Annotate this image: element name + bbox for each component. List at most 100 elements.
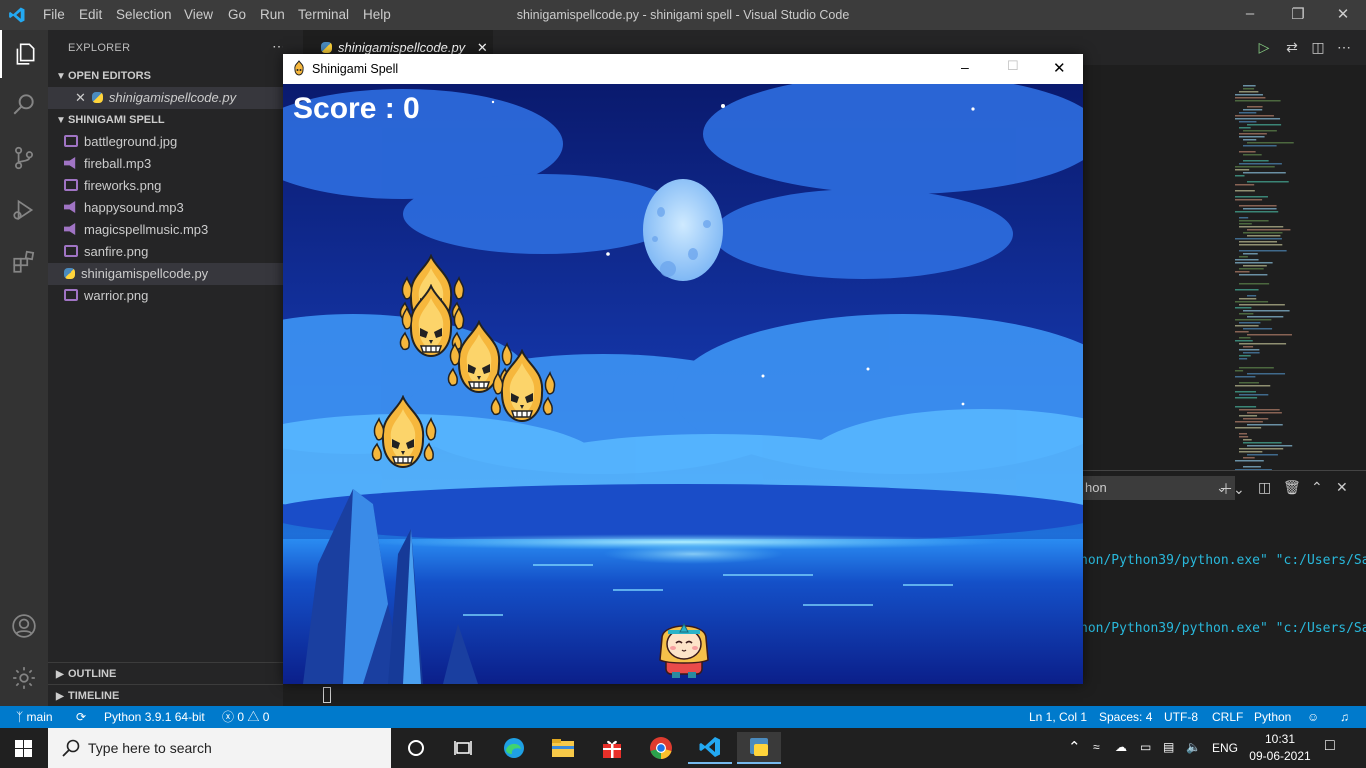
close-icon[interactable]: ✕ xyxy=(75,90,86,105)
vscode-titlebar: File Edit Selection View Go Run Terminal… xyxy=(0,0,1366,30)
split-terminal-icon[interactable]: ◫ xyxy=(1258,479,1271,496)
notification-center-icon[interactable]: □ xyxy=(1325,737,1335,755)
game-maximize-button[interactable]: ☐ xyxy=(1007,58,1019,74)
python-file-icon xyxy=(64,268,75,279)
game-titlebar: Shinigami Spell – ☐ ✕ xyxy=(283,54,1083,84)
activity-bar xyxy=(0,30,48,706)
cloud-icon[interactable]: ☁ xyxy=(1115,740,1127,754)
clock-time[interactable]: 10:31 xyxy=(1258,732,1302,746)
input-language[interactable]: ENG xyxy=(1212,741,1238,755)
edge-browser-icon[interactable] xyxy=(492,732,536,764)
open-changes-icon[interactable]: ⇄ xyxy=(1283,39,1301,57)
game-canvas[interactable]: Score : 0 xyxy=(283,84,1083,684)
close-panel-icon[interactable]: ✕ xyxy=(1336,479,1348,496)
file-item[interactable]: warrior.png xyxy=(48,285,283,307)
show-hidden-icons-chevron[interactable]: ⌃ xyxy=(1068,738,1081,756)
python-interpreter[interactable]: Python 3.9.1 64-bit xyxy=(104,706,205,728)
score-display: Score : 0 xyxy=(293,92,420,125)
split-editor-icon[interactable]: ◫ xyxy=(1309,39,1327,57)
explorer-title: EXPLORER xyxy=(68,42,131,54)
open-editors-header[interactable]: ▼ OPEN EDITORS xyxy=(48,65,283,87)
new-terminal-icon[interactable]: ＋⌄ xyxy=(1219,479,1245,499)
more-actions-icon[interactable]: ⋯ xyxy=(1335,39,1353,57)
taskbar-search-box[interactable]: Type here to search xyxy=(48,728,391,768)
wifi-icon[interactable]: ≈ xyxy=(1093,740,1100,754)
file-item[interactable]: battleground.jpg xyxy=(48,131,283,153)
image-file-icon xyxy=(64,179,78,191)
terminal-line: hon/Python39/python.exe" "c:/Users/Sah xyxy=(1080,553,1366,568)
window-title: shinigamispellcode.py - shinigami spell … xyxy=(516,8,850,22)
close-window-button[interactable]: ✕ xyxy=(1333,5,1353,25)
chevron-right-icon: ▶ xyxy=(56,691,64,702)
feedback-icon[interactable]: ☺ xyxy=(1307,706,1319,728)
night-ocean-background xyxy=(283,84,1083,684)
file-item[interactable]: sanfire.png xyxy=(48,241,283,263)
minimize-button[interactable]: – xyxy=(1240,5,1260,25)
open-editor-item[interactable]: ✕ shinigamispellcode.py xyxy=(48,87,283,109)
settings-gear-icon[interactable] xyxy=(0,654,48,702)
source-control-icon[interactable] xyxy=(0,134,48,182)
audio-file-icon xyxy=(64,223,76,235)
file-explorer-icon[interactable] xyxy=(541,732,585,764)
explorer-sidebar: EXPLORER ⋯ ▼ OPEN EDITORS ✕ shinigamispell… xyxy=(48,30,286,706)
search-activity-icon[interactable] xyxy=(0,80,48,128)
game-minimize-button[interactable]: – xyxy=(961,59,969,75)
search-icon xyxy=(62,739,80,757)
chevron-down-icon: ▼ xyxy=(56,115,66,126)
cortana-icon[interactable] xyxy=(394,732,438,764)
fire-skull-enemy xyxy=(490,350,556,422)
maximize-panel-icon[interactable]: ⌃ xyxy=(1311,479,1323,496)
timeline-header[interactable]: ▶ TIMELINE xyxy=(48,684,283,706)
chrome-browser-icon[interactable] xyxy=(639,732,683,764)
terminal-cursor xyxy=(323,687,331,703)
fire-skull-icon xyxy=(294,60,304,76)
file-item[interactable]: fireworks.png xyxy=(48,175,283,197)
project-folder-header[interactable]: ▼ SHINIGAMI SPELL xyxy=(48,109,283,131)
fire-skull-enemy xyxy=(371,396,437,468)
encoding[interactable]: UTF-8 xyxy=(1164,706,1198,728)
audio-file-icon xyxy=(64,201,76,213)
volume-icon[interactable]: 🔈 xyxy=(1186,740,1201,754)
problems-indicator[interactable]: ⓧ 0 △ 0 xyxy=(222,706,269,728)
cursor-position[interactable]: Ln 1, Col 1 xyxy=(1029,706,1087,728)
language-mode[interactable]: Python xyxy=(1254,706,1291,728)
file-item[interactable]: fireball.mp3 xyxy=(48,153,283,175)
close-tab-icon[interactable]: ✕ xyxy=(477,40,488,55)
gift-app-icon[interactable] xyxy=(590,732,634,764)
notifications-bell-icon[interactable]: ♫ xyxy=(1340,706,1349,728)
windows-start-icon[interactable] xyxy=(15,740,32,757)
warrior-player xyxy=(659,622,709,678)
image-file-icon xyxy=(64,289,78,301)
file-item[interactable]: happysound.mp3 xyxy=(48,197,283,219)
battery-icon[interactable]: ▭ xyxy=(1140,740,1151,754)
terminal-selector[interactable]: hon ⌄ xyxy=(1083,476,1235,500)
game-close-button[interactable]: ✕ xyxy=(1053,59,1066,77)
game-title: Shinigami Spell xyxy=(312,62,399,76)
indentation[interactable]: Spaces: 4 xyxy=(1099,706,1152,728)
terminal-line: hon/Python39/python.exe" "c:/Users/Sah xyxy=(1080,621,1366,636)
run-debug-icon[interactable] xyxy=(0,186,48,234)
line-endings[interactable]: CRLF xyxy=(1212,706,1243,728)
image-file-icon xyxy=(64,245,78,257)
network-icon[interactable]: ▤ xyxy=(1163,740,1174,754)
outline-header[interactable]: ▶ OUTLINE xyxy=(48,662,283,684)
chevron-right-icon: ▶ xyxy=(56,669,64,680)
branch-indicator[interactable]: ᛉ main xyxy=(16,706,53,728)
explorer-activity-icon[interactable] xyxy=(0,30,48,78)
moon xyxy=(643,179,723,281)
accounts-icon[interactable] xyxy=(0,602,48,650)
extensions-icon[interactable] xyxy=(0,238,48,286)
chevron-down-icon: ▼ xyxy=(56,71,66,82)
python-file-icon xyxy=(321,42,332,53)
task-view-icon[interactable] xyxy=(441,732,485,764)
file-item-active[interactable]: shinigamispellcode.py xyxy=(48,263,283,285)
minimap[interactable] xyxy=(1235,85,1325,485)
trash-icon[interactable]: 🗑 xyxy=(1283,479,1301,496)
sync-icon[interactable]: ⟳ xyxy=(76,706,86,728)
vscode-taskbar-icon[interactable] xyxy=(688,732,732,764)
restore-button[interactable]: ❐ xyxy=(1288,5,1308,25)
clock-date[interactable]: 09-06-2021 xyxy=(1249,749,1311,763)
run-file-icon[interactable]: ▷ xyxy=(1255,39,1273,57)
python-game-taskbar-icon[interactable] xyxy=(737,732,781,764)
file-item[interactable]: magicspellmusic.mp3 xyxy=(48,219,283,241)
